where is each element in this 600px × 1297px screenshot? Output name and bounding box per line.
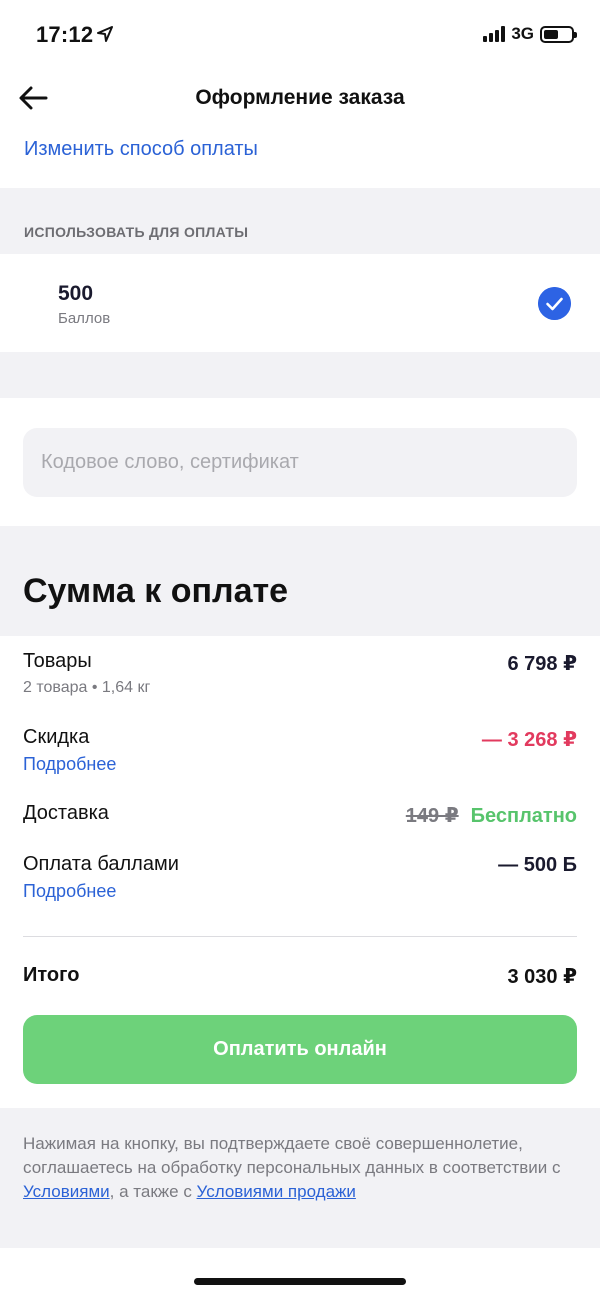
use-for-payment-header: ИСПОЛЬЗОВАТЬ ДЛЯ ОПЛАТЫ bbox=[0, 188, 600, 254]
summary-header: Сумма к оплате bbox=[0, 526, 600, 636]
points-payment-label: Оплата баллами bbox=[23, 853, 179, 875]
delivery-free: Бесплатно bbox=[470, 805, 577, 827]
goods-value: 6 798 ₽ bbox=[507, 653, 577, 675]
goods-sub: 2 товара • 1,64 кг bbox=[23, 679, 151, 696]
summary-title: Сумма к оплате bbox=[23, 572, 289, 610]
divider bbox=[23, 936, 577, 937]
status-indicators: 3G bbox=[483, 24, 577, 44]
promo-code-input[interactable] bbox=[23, 428, 577, 497]
points-details-link[interactable]: Подробнее bbox=[23, 881, 116, 902]
goods-label: Товары bbox=[23, 650, 92, 672]
network-type: 3G bbox=[511, 24, 534, 43]
delivery-old-price: 149 ₽ bbox=[405, 805, 459, 827]
signal-icon bbox=[483, 26, 506, 42]
delivery-value-group: 149 ₽ Бесплатно bbox=[406, 803, 577, 828]
terms-link[interactable]: Условиями bbox=[23, 1182, 110, 1201]
home-indicator bbox=[194, 1278, 406, 1285]
discount-label: Скидка bbox=[23, 726, 90, 748]
legal-text: Нажимая на кнопку, вы подтверждаете своё… bbox=[23, 1132, 579, 1204]
total-value: 3 030 ₽ bbox=[507, 966, 577, 988]
change-payment-link[interactable]: Изменить способ оплаты bbox=[24, 138, 258, 161]
sale-terms-link[interactable]: Условиями продажи bbox=[197, 1182, 356, 1201]
checkmark-icon[interactable] bbox=[538, 287, 571, 320]
battery-icon bbox=[540, 25, 577, 43]
status-bar: 17:12 3G bbox=[0, 0, 600, 70]
points-label: Баллов bbox=[58, 310, 111, 327]
discount-value: — 3 268 ₽ bbox=[481, 729, 577, 751]
delivery-label: Доставка bbox=[23, 802, 109, 824]
location-arrow-icon bbox=[97, 26, 113, 42]
points-option[interactable]: 500 Баллов bbox=[0, 254, 600, 352]
legal-section: Нажимая на кнопку, вы подтверждаете своё… bbox=[0, 1108, 600, 1248]
status-time: 17:12 bbox=[36, 22, 94, 47]
discount-details-link[interactable]: Подробнее bbox=[23, 754, 116, 775]
pay-online-button[interactable]: Оплатить онлайн bbox=[23, 1015, 577, 1084]
total-label: Итого bbox=[23, 964, 80, 986]
page-title: Оформление заказа bbox=[195, 86, 405, 109]
points-value: 500 bbox=[58, 282, 94, 305]
section-spacer bbox=[0, 352, 600, 398]
points-payment-value: — 500 Б bbox=[498, 854, 577, 876]
legal-text-part2: , а также с bbox=[109, 1182, 197, 1201]
section-caption: ИСПОЛЬЗОВАТЬ ДЛЯ ОПЛАТЫ bbox=[24, 224, 249, 240]
legal-text-part1: Нажимая на кнопку, вы подтверждаете своё… bbox=[23, 1134, 561, 1177]
nav-bar: Оформление заказа bbox=[0, 70, 600, 126]
